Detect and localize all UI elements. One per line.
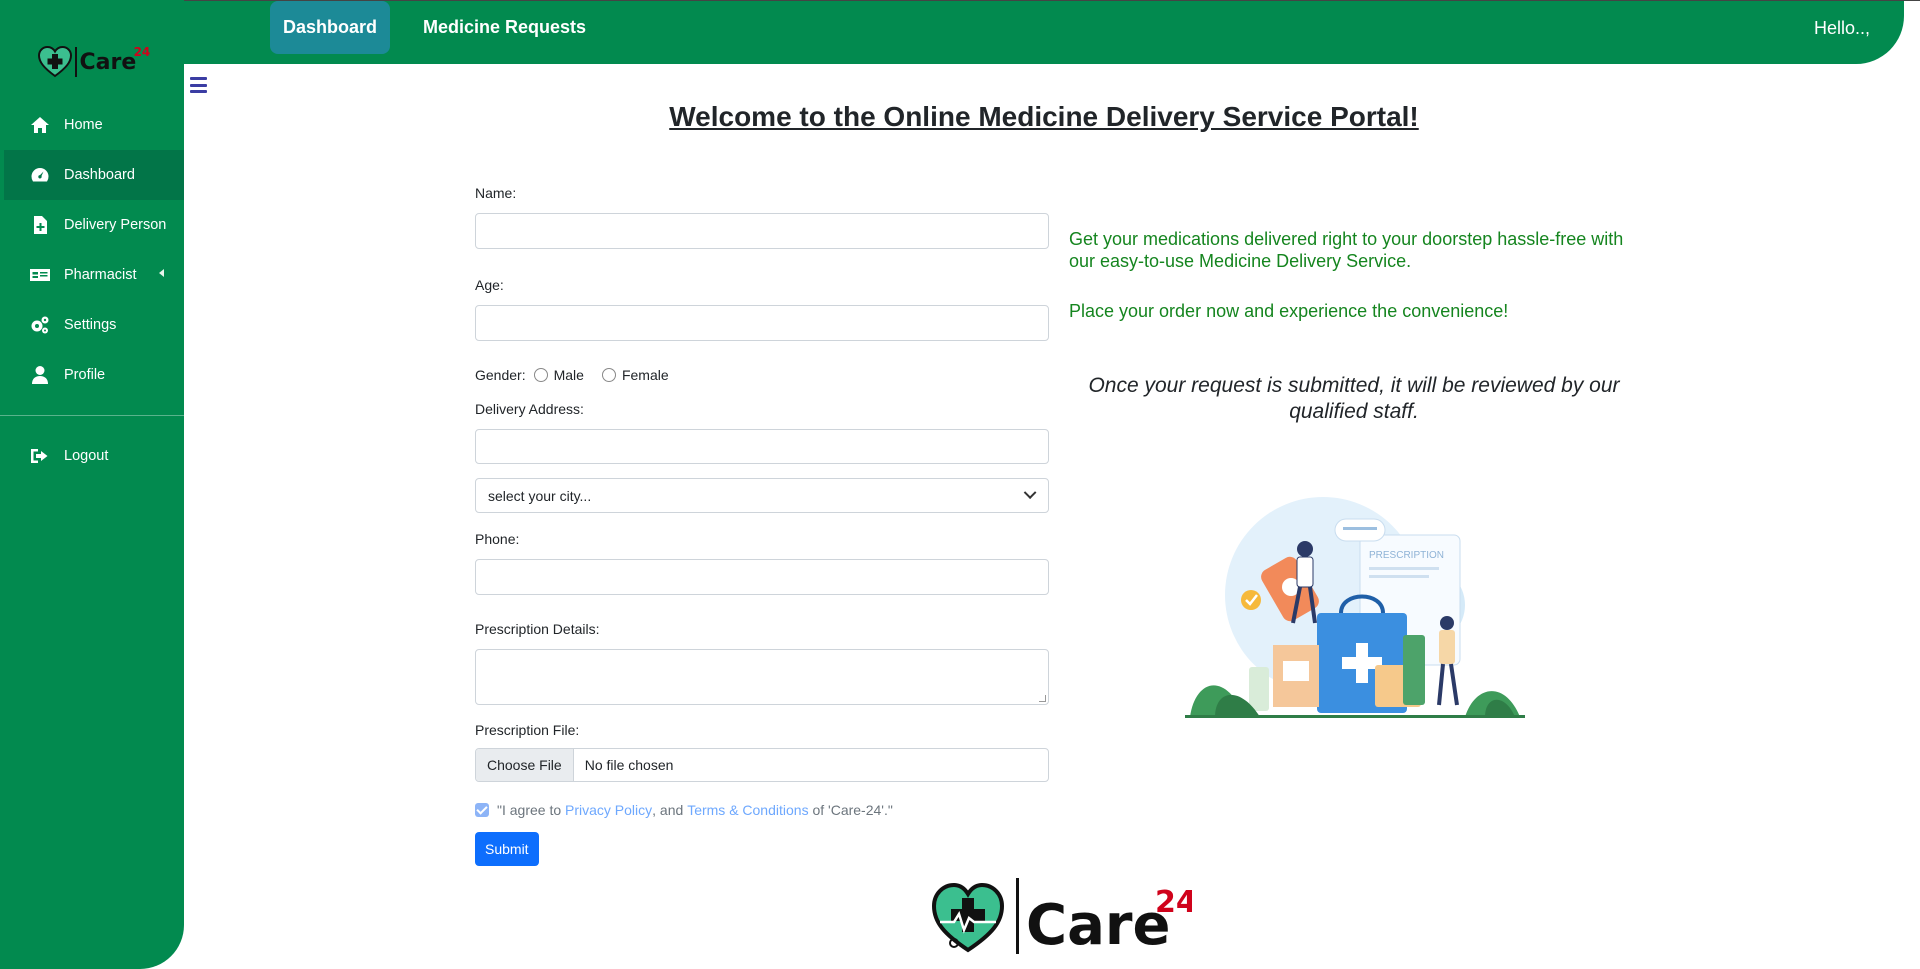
logo-separator [75,47,77,77]
terms-conditions-link[interactable]: Terms & Conditions [687,802,808,818]
agree-suffix: of 'Care-24'." [812,802,893,818]
resize-handle-icon[interactable] [1039,695,1046,702]
agree-and: , and [652,802,684,818]
privacy-policy-link[interactable]: Privacy Policy [565,802,652,818]
medicine-delivery-illustration: PRESCRIPTION [1185,497,1525,718]
sidebar-item-label: Profile [64,367,106,383]
name-input[interactable] [475,213,1049,249]
sidebar-item-pharmacist[interactable]: Pharmacist [4,250,184,300]
info-panel: Get your medications delivered right to … [1069,228,1629,350]
user-greeting[interactable]: Hello.., [1814,18,1870,39]
chevron-down-icon [1023,486,1037,500]
prescription-file-label: Prescription File: [475,722,580,738]
sidebar-item-label: Delivery Person [64,217,167,233]
info-line-1: Get your medications delivered right to … [1069,229,1624,271]
sidebar-item-label: Settings [64,317,117,333]
tab-dashboard[interactable]: Dashboard [270,1,390,54]
name-label: Name: [475,185,517,201]
sidebar-item-label: Home [64,117,103,133]
city-select[interactable]: select your city... [475,478,1049,513]
sidebar-item-label: Pharmacist [64,267,137,283]
agree-terms-row: "I agree to Privacy Policy , and Terms &… [475,802,1049,818]
sidebar-divider [0,415,184,416]
gender-label: Gender: [475,367,526,383]
sidebar-item-label: Logout [64,448,109,464]
sidebar: Care 24 Home Dashboard Delivery Person Ph… [0,0,184,969]
sidebar-item-label: Dashboard [64,167,135,183]
prescription-details-textarea[interactable] [475,649,1049,705]
id-card-icon [30,269,50,281]
gender-female-radio[interactable] [601,368,616,382]
gender-male-radio[interactable] [533,368,548,382]
address-label: Delivery Address: [475,401,584,417]
sidebar-item-settings[interactable]: Settings [4,300,184,350]
care24-footer-logo: Care 24 [931,878,1192,956]
age-input[interactable] [475,305,1049,341]
logo-wordmark: Care 24 [79,44,151,75]
sidebar-item-logout[interactable]: Logout [4,431,184,481]
prescription-file-input[interactable]: Choose File No file chosen [475,748,1049,782]
gender-male-label[interactable]: Male [554,367,584,383]
tab-medicine-requests[interactable]: Medicine Requests [408,1,601,54]
top-navbar: Dashboard Medicine Requests Hello.., [184,1,1904,64]
sign-out-icon [31,449,48,463]
phone-input[interactable] [475,559,1049,595]
gears-icon [31,316,49,334]
sidebar-toggle-hamburger-icon[interactable] [190,77,207,93]
sidebar-item-home[interactable]: Home [4,100,184,150]
gender-female-label[interactable]: Female [622,367,669,383]
file-status: No file chosen [584,757,674,773]
prescription-details-label: Prescription Details: [475,621,600,637]
age-label: Age: [475,277,504,293]
page-title: Welcome to the Online Medicine Delivery … [669,101,1419,132]
info-line-2: Place your order now and experience the … [1069,301,1509,321]
heart-logo-icon [38,46,72,78]
submit-button[interactable]: Submit [475,832,539,866]
delivery-address-input[interactable] [475,429,1049,464]
sidebar-item-delivery-person[interactable]: Delivery Person [4,200,184,250]
gender-group: Gender: Male Female [475,366,1049,384]
agree-checkbox[interactable] [475,803,489,817]
home-icon [31,117,49,133]
footer-logo-wordmark: Care [1026,893,1170,956]
medicine-request-form: Name: Age: Gender: Male Female Delivery … [475,185,1049,866]
user-icon [32,366,48,384]
sidebar-nav: Home Dashboard Delivery Person Pharmacis… [0,100,184,481]
sidebar-item-dashboard[interactable]: Dashboard [4,150,184,200]
staff-review-note: Once your request is submitted, it will … [1088,374,1620,423]
phone-label: Phone: [475,531,520,547]
chevron-left-icon [159,269,164,277]
sidebar-item-profile[interactable]: Profile [4,350,184,400]
sidebar-logo[interactable]: Care 24 [38,44,152,80]
city-select-value: select your city... [488,487,592,504]
file-plus-icon [34,216,47,234]
choose-file-button[interactable]: Choose File [476,749,574,781]
footer-logo-superscript: 24 [1155,885,1192,920]
dashboard-gauge-icon [31,168,49,182]
agree-prefix: "I agree to [497,802,562,818]
prescription-sheet-text: PRESCRIPTION [1369,550,1444,561]
